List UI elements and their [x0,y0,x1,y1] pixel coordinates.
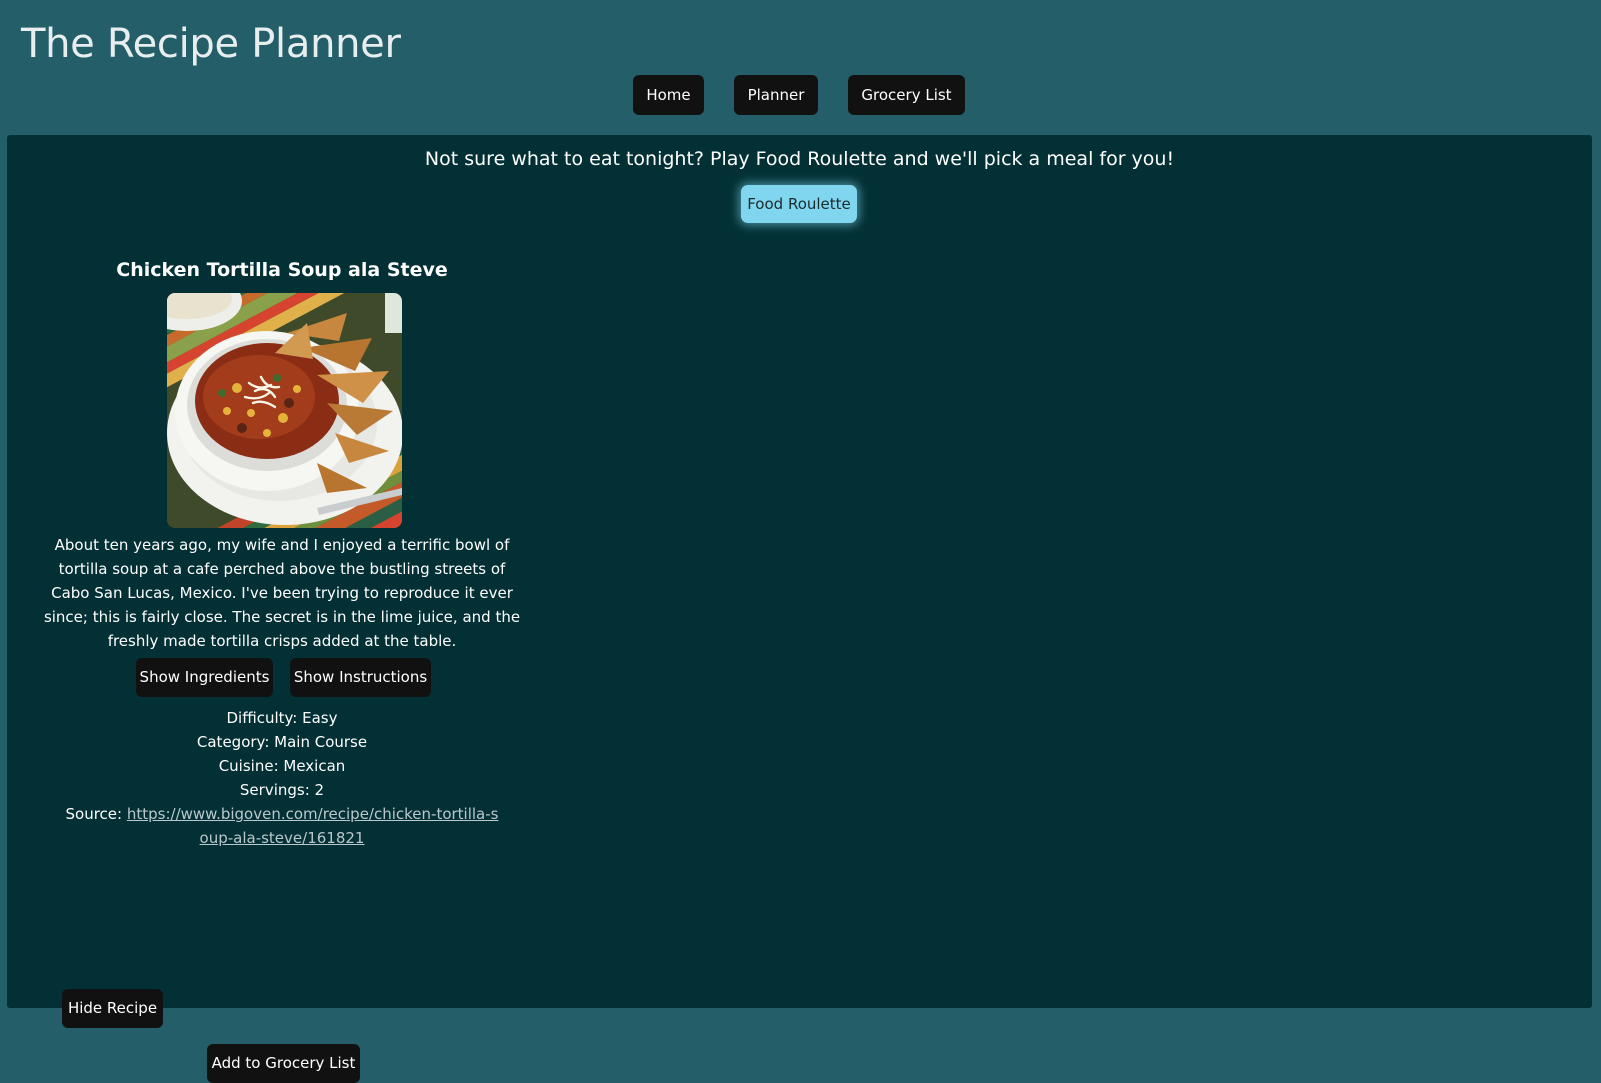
recipe-card: Chicken Tortilla Soup ala Steve About te… [42,255,522,1083]
nav-planner-button[interactable]: Planner [734,75,818,115]
roulette-tagline: Not sure what to eat tonight? Play Food … [424,148,1175,170]
main-nav: Home Planner Grocery List [0,75,1601,115]
nav-grocery-list-button[interactable]: Grocery List [848,75,965,115]
recipe-meta: Difficulty: Easy Category: Main Course C… [42,706,522,850]
recipe-source-label: Source: [65,805,123,823]
recipe-servings: Servings: 2 [239,781,325,799]
recipe-description: About ten years ago, my wife and I enjoy… [43,536,521,650]
recipe-category: Category: Main Course [196,733,368,751]
nav-home-button[interactable]: Home [633,75,704,115]
food-roulette-button[interactable]: Food Roulette [741,185,857,223]
site-title: The Recipe Planner [21,21,401,67]
recipe-cuisine: Cuisine: Mexican [218,757,346,775]
hide-recipe-button[interactable]: Hide Recipe [62,989,163,1028]
add-to-grocery-list-button[interactable]: Add to Grocery List [207,1044,360,1083]
show-ingredients-button[interactable]: Show Ingredients [136,658,273,697]
recipe-actions: Show Ingredients Show Instructions [42,658,522,698]
recipe-image [167,293,402,528]
recipe-difficulty: Difficulty: Easy [226,709,338,727]
recipe-source: Source: https://www.bigoven.com/recipe/c… [42,802,522,850]
recipe-title: Chicken Tortilla Soup ala Steve [116,259,448,281]
show-instructions-button[interactable]: Show Instructions [290,658,431,697]
recipe-source-link[interactable]: https://www.bigoven.com/recipe/chicken-t… [127,805,499,847]
main-panel: Not sure what to eat tonight? Play Food … [7,135,1592,1083]
